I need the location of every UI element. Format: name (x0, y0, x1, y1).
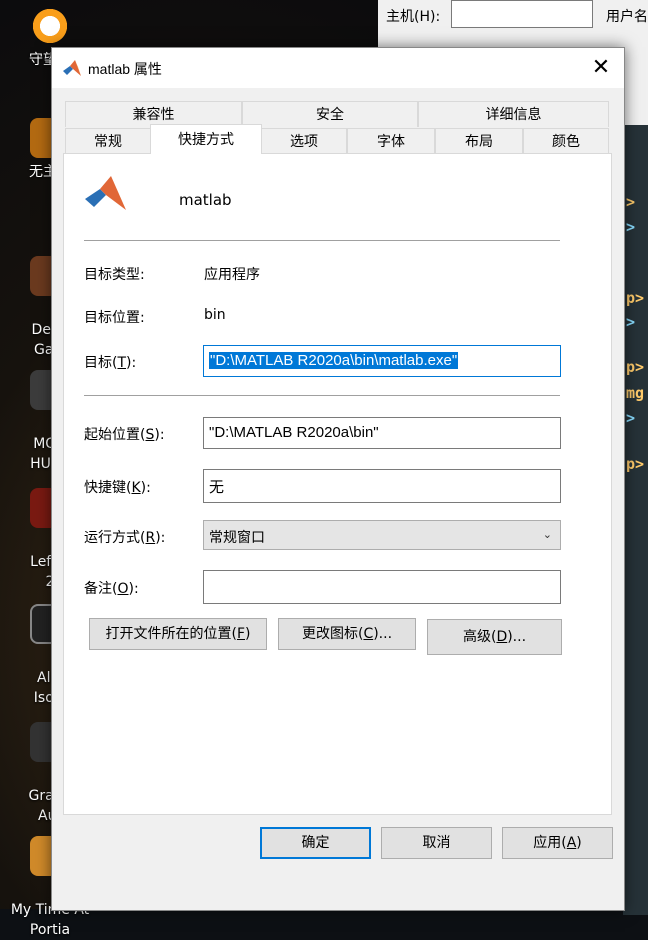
tab-options[interactable]: 选项 (261, 128, 347, 154)
code-fragment: > (626, 409, 636, 427)
button-label: 高级( (462, 629, 497, 645)
code-fragment: > (626, 193, 636, 211)
access-key: F (236, 626, 246, 642)
code-editor-area (623, 125, 648, 915)
label-text: 起始位置( (84, 427, 146, 443)
tab-label: 详细信息 (485, 107, 542, 123)
tab-layout[interactable]: 布局 (435, 128, 523, 154)
code-fragment: p> (626, 289, 645, 307)
button-label: ) (245, 626, 251, 642)
hotkey-input[interactable]: 无 (203, 469, 561, 503)
tab-font[interactable]: 字体 (347, 128, 435, 154)
label-text: ): (155, 530, 166, 546)
run-select[interactable]: 常规窗口 ⌄ (203, 520, 561, 550)
start-in-label: 起始位置(S): (84, 424, 165, 444)
change-icon-button[interactable]: 更改图标(C)... (278, 618, 416, 650)
label-text: ): (140, 480, 151, 496)
chevron-down-icon: ⌄ (542, 528, 552, 541)
access-key: C (363, 626, 374, 642)
ok-button[interactable]: 确定 (260, 827, 371, 859)
target-location-label: 目标位置: (84, 310, 145, 326)
tab-label: 布局 (465, 134, 493, 150)
tabs-row-top: 兼容性 安全 详细信息 (65, 101, 609, 127)
tab-label: 安全 (316, 107, 344, 123)
access-key: O (117, 581, 129, 597)
code-fragment: > (626, 218, 636, 236)
access-key: A (566, 835, 577, 851)
shortcut-name: matlab (179, 191, 232, 209)
host-row: 主机(H): 用户名 (378, 0, 648, 34)
button-label: )... (373, 626, 393, 642)
code-fragment: p> (626, 358, 645, 376)
run-select-value: 常规窗口 (209, 530, 265, 546)
divider (84, 240, 560, 241)
matlab-icon (63, 60, 81, 76)
label-text: ): (128, 581, 139, 597)
hotkey-label: 快捷键(K): (84, 477, 151, 497)
button-label: 打开文件所在的位置( (105, 626, 237, 642)
close-icon: ✕ (591, 55, 611, 80)
comment-label: 备注(O): (84, 578, 139, 598)
hotkey-value: 无 (209, 479, 225, 496)
cancel-button[interactable]: 取消 (381, 827, 492, 859)
tab-label: 颜色 (552, 134, 580, 150)
tab-label: 快捷方式 (178, 132, 234, 148)
comment-input[interactable] (203, 570, 561, 604)
shortcut-panel: matlab 目标类型: 应用程序 目标位置: bin 目标(T): "D:\M… (63, 153, 612, 815)
button-label: )... (507, 629, 527, 645)
label-text: 目标( (84, 355, 118, 371)
label-text: 快捷键( (84, 480, 132, 496)
start-in-value: "D:\MATLAB R2020a\bin" (209, 424, 379, 441)
close-button[interactable]: ✕ (578, 48, 624, 88)
tab-label: 兼容性 (132, 107, 175, 123)
access-key: T (117, 355, 127, 371)
label-text: ): (154, 427, 165, 443)
tab-details[interactable]: 详细信息 (418, 101, 609, 127)
matlab-icon (85, 176, 126, 210)
access-key: D (496, 629, 508, 645)
apply-button[interactable]: 应用(A) (502, 827, 613, 859)
dialog-title: matlab 属性 (88, 61, 162, 77)
properties-dialog: matlab 属性 ✕ 兼容性 安全 详细信息 常规 快捷方式 选项 字体 布局… (51, 47, 625, 911)
user-label: 用户名 (606, 9, 648, 25)
overwatch-icon (30, 6, 70, 46)
label-text: 备注( (84, 581, 118, 597)
host-input[interactable] (451, 0, 593, 28)
target-label: 目标(T): (84, 352, 136, 372)
label-text: 运行方式( (84, 530, 146, 546)
tabs-row-bottom: 常规 快捷方式 选项 字体 布局 颜色 (65, 124, 609, 154)
button-label: ) (576, 835, 582, 851)
button-label: 确定 (301, 835, 330, 851)
button-label: 应用( (533, 835, 567, 851)
tab-label: 常规 (94, 134, 122, 150)
divider (84, 395, 560, 396)
advanced-button[interactable]: 高级(D)... (427, 619, 562, 655)
target-location-value: bin (204, 307, 226, 323)
tab-label: 选项 (290, 134, 318, 150)
run-label: 运行方式(R): (84, 527, 165, 547)
access-key: R (145, 530, 156, 546)
start-in-input[interactable]: "D:\MATLAB R2020a\bin" (203, 417, 561, 449)
dialog-titlebar[interactable]: matlab 属性 ✕ (52, 48, 624, 88)
open-file-location-button[interactable]: 打开文件所在的位置(F) (89, 618, 267, 650)
code-fragment: p> (626, 455, 645, 473)
label-text: ): (126, 355, 137, 371)
code-fragment: mg (626, 384, 645, 402)
tab-general[interactable]: 常规 (65, 128, 151, 154)
access-key: K (131, 480, 141, 496)
target-type-label: 目标类型: (84, 267, 145, 283)
button-label: 取消 (422, 835, 451, 851)
host-label: 主机(H): (386, 9, 441, 25)
code-fragment: > (626, 313, 636, 331)
tab-label: 字体 (377, 134, 405, 150)
target-input[interactable]: "D:\MATLAB R2020a\bin\matlab.exe" (203, 345, 561, 377)
button-label: 更改图标( (301, 626, 364, 642)
tab-shortcut[interactable]: 快捷方式 (150, 124, 262, 154)
tab-security[interactable]: 安全 (242, 101, 418, 127)
target-input-value: "D:\MATLAB R2020a\bin\matlab.exe" (209, 352, 459, 369)
target-type-value: 应用程序 (204, 267, 260, 283)
tab-colors[interactable]: 颜色 (523, 128, 609, 154)
